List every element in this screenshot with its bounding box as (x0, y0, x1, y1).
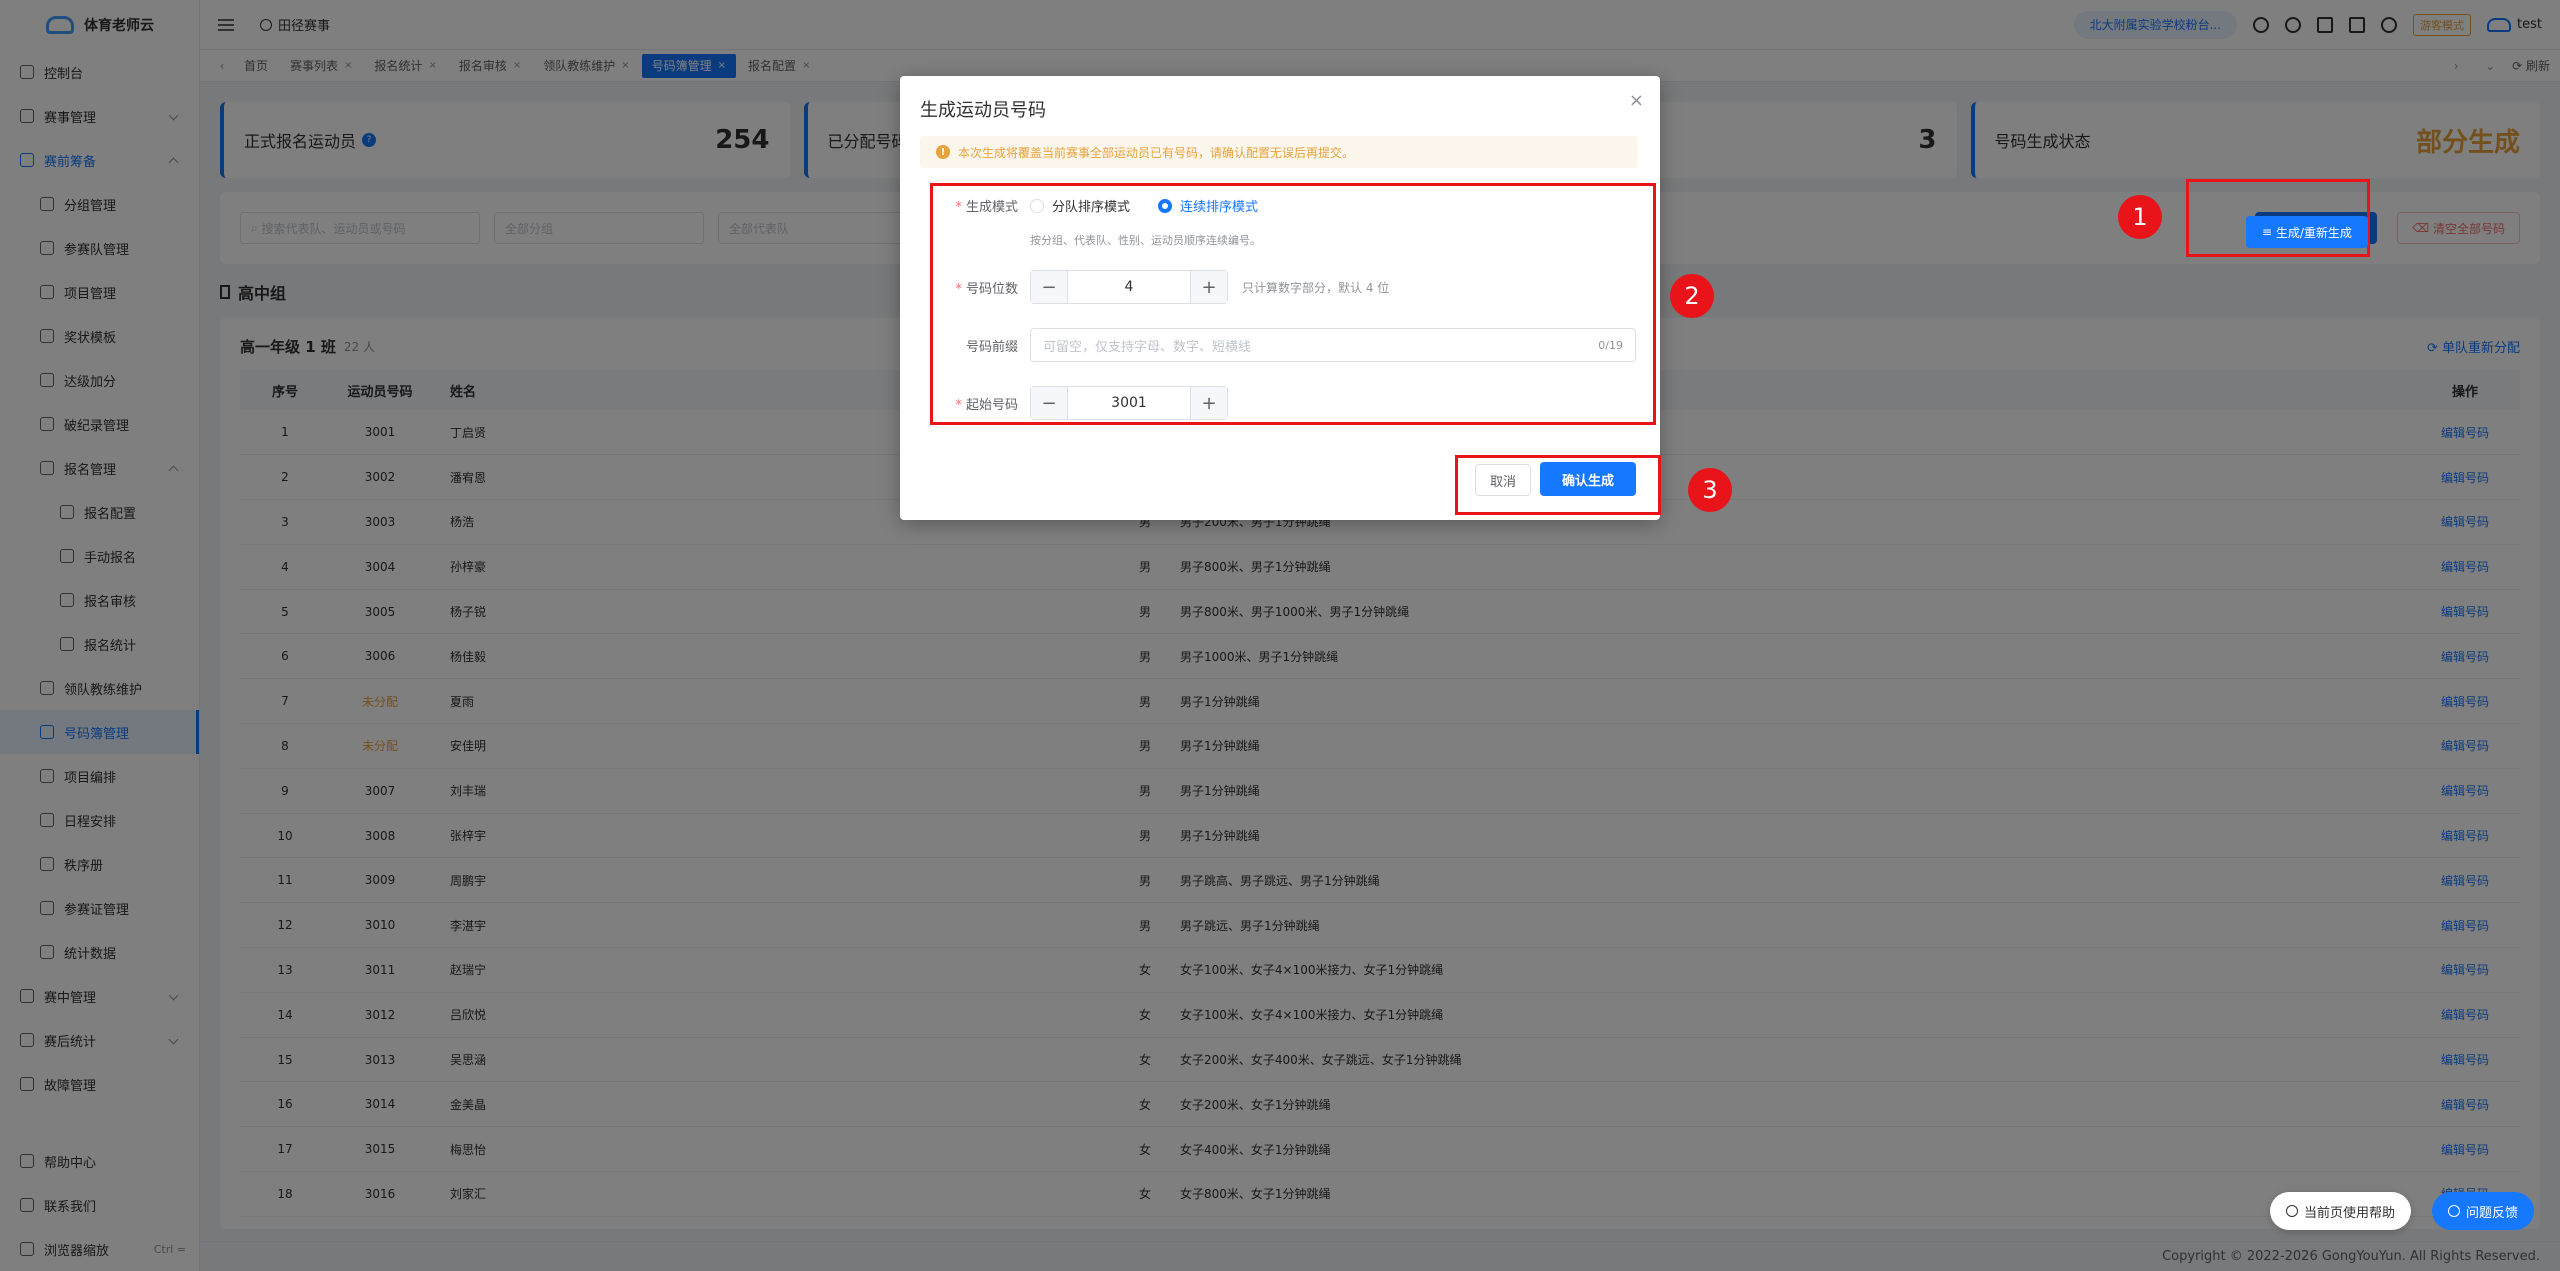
dialog-title: 生成运动员号码 (920, 100, 1046, 121)
generate-label-highlighted: 生成/重新生成 (2275, 225, 2352, 240)
warning-alert: ! 本次生成将覆盖当前赛事全部运动员已有号码，请确认配置无误后再提交。 (920, 136, 1638, 168)
feedback-button[interactable]: 问题反馈 (2432, 1192, 2535, 1230)
warning-text: 本次生成将覆盖当前赛事全部运动员已有号码，请确认配置无误后再提交。 (958, 145, 1355, 160)
annotation-badge-3: 3 (1688, 468, 1732, 512)
annotation-box-3 (1455, 455, 1661, 515)
feedback-label: 问题反馈 (2466, 1205, 2519, 1221)
annotation-badge-2: 2 (1670, 274, 1714, 318)
close-icon[interactable]: × (1629, 90, 1644, 111)
page-help-label: 当前页使用帮助 (2304, 1205, 2396, 1221)
info-icon (2448, 1205, 2460, 1217)
generate-numbers-button-highlighted[interactable]: ≡ 生成/重新生成 (2246, 216, 2368, 248)
annotation-box-2 (930, 183, 1656, 425)
help-circle-icon (2286, 1205, 2298, 1217)
page-help-button[interactable]: 当前页使用帮助 (2270, 1192, 2412, 1230)
warning-icon: ! (936, 145, 950, 159)
annotation-badge-1: 1 (2118, 195, 2162, 239)
